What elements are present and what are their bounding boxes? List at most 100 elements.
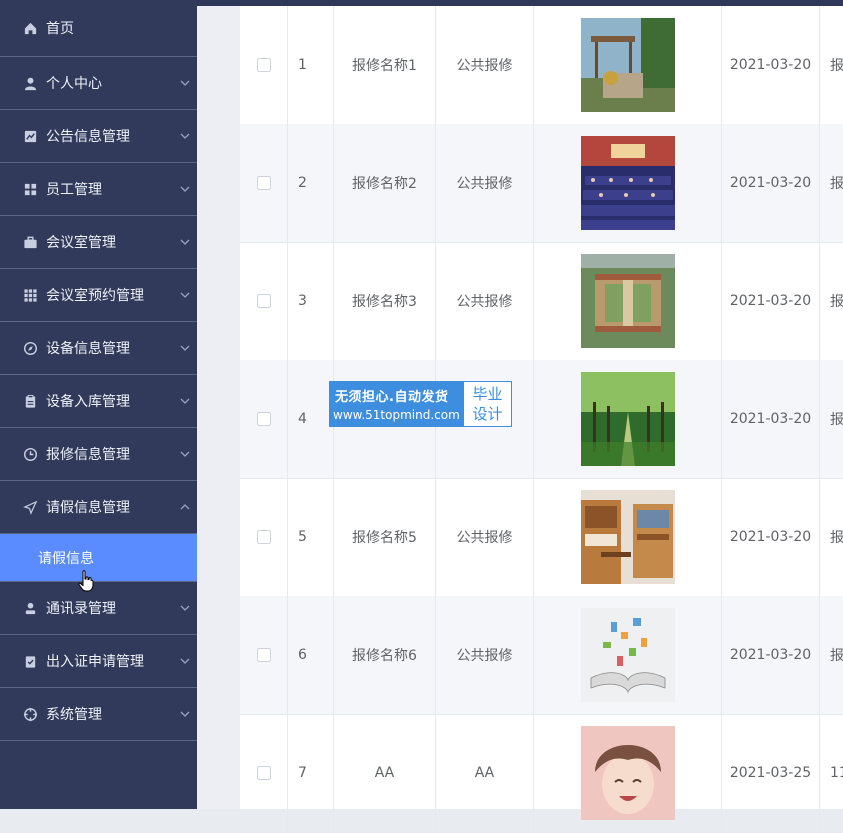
repair-date: 2021-03-20 xyxy=(722,360,820,478)
briefcase-icon xyxy=(22,234,38,250)
table-row: 2 报修名称2 公共报修 2021-03-20 报 xyxy=(240,124,843,243)
sidebar-subitem-leave-info[interactable]: 请假信息 xyxy=(0,534,197,582)
sidebar-item[interactable]: 通讯录管理 xyxy=(0,582,197,635)
table-row: 7AAAA2021-03-2511 xyxy=(240,714,843,833)
repair-thumbnail[interactable] xyxy=(580,136,675,230)
row-checkbox-cell xyxy=(240,6,288,124)
truncated-cell: 报 xyxy=(830,58,843,74)
sidebar-item[interactable]: 公告信息管理 xyxy=(0,110,197,163)
sidebar-item[interactable]: 出入证申请管理 xyxy=(0,635,197,688)
sidebar-item-label: 出入证申请管理 xyxy=(46,654,144,670)
send-icon xyxy=(22,499,38,515)
sidebar-item[interactable]: 会议室预约管理 xyxy=(0,269,197,322)
sidebar: 首页个人中心公告信息管理 员工管理会议室管理会议室预约管理 设备信息管理设备入库管理… xyxy=(0,0,197,809)
row-checkbox-cell xyxy=(240,242,288,360)
chevron-down-icon xyxy=(180,451,190,457)
repair-image-cell xyxy=(534,360,722,478)
sidebar-item-label: 通讯录管理 xyxy=(46,601,116,617)
sidebar-item[interactable]: 设备入库管理 xyxy=(0,375,197,428)
row-checkbox-cell xyxy=(240,124,288,242)
row-checkbox-cell xyxy=(240,360,288,478)
watermark-right-1: 毕业 xyxy=(472,385,503,403)
sidebar-item[interactable]: 系统管理 xyxy=(0,688,197,741)
chevron-down-icon xyxy=(180,80,190,86)
user-icon xyxy=(22,75,38,91)
repair-date: 2021-03-25 xyxy=(722,714,820,832)
repair-thumbnail[interactable] xyxy=(580,18,675,112)
sidebar-item-label: 设备信息管理 xyxy=(46,341,130,357)
repair-date: 2021-03-20 xyxy=(722,242,820,360)
chevron-down-icon xyxy=(180,605,190,611)
repair-thumbnail[interactable] xyxy=(580,254,675,348)
chart-icon xyxy=(22,128,38,144)
row-checkbox[interactable] xyxy=(256,176,271,190)
clock-icon xyxy=(22,446,38,462)
sidebar-item-label: 会议室管理 xyxy=(46,235,116,251)
repair-date: 2021-03-20 xyxy=(722,6,820,124)
repair-image-cell xyxy=(534,124,722,242)
sidebar-item[interactable]: 请假信息管理 xyxy=(0,481,197,534)
table-row: 3 报修名称3 公共报修 2021-03-20 报 xyxy=(240,242,843,361)
row-index: 7 xyxy=(288,714,334,832)
row-index: 4 xyxy=(288,360,334,478)
watermark-right-2: 设计 xyxy=(472,405,503,423)
row-checkbox[interactable] xyxy=(256,766,271,780)
apps-icon xyxy=(22,287,38,303)
sidebar-item[interactable]: 设备信息管理 xyxy=(0,322,197,375)
row-checkbox[interactable] xyxy=(256,530,271,544)
sidebar-item-label: 会议室预约管理 xyxy=(46,288,144,304)
chevron-down-icon xyxy=(180,292,190,298)
sidebar-item[interactable]: 首页 xyxy=(0,0,197,57)
repair-name: 报修名称1 xyxy=(334,6,436,124)
repair-type: 公共报修 xyxy=(436,242,534,360)
sidebar-item[interactable]: 报修信息管理 xyxy=(0,428,197,481)
row-checkbox-cell xyxy=(240,478,288,596)
repair-name: AA xyxy=(334,714,436,832)
sidebar-item[interactable]: 会议室管理 xyxy=(0,216,197,269)
chevron-down-icon xyxy=(180,345,190,351)
sidebar-item-label: 公告信息管理 xyxy=(46,129,130,145)
repair-name: 报修名称5 xyxy=(334,478,436,596)
crosshair-icon xyxy=(22,706,38,722)
repair-thumbnail[interactable] xyxy=(580,372,675,466)
checklist-icon xyxy=(22,653,38,669)
grid-icon xyxy=(22,181,38,197)
sidebar-item[interactable]: 员工管理 xyxy=(0,163,197,216)
truncated-cell: 报 xyxy=(830,412,843,428)
chevron-down-icon xyxy=(180,133,190,139)
repair-thumbnail[interactable] xyxy=(580,490,675,584)
sidebar-item-label: 个人中心 xyxy=(46,76,102,92)
repair-image-cell xyxy=(534,714,722,832)
row-index: 5 xyxy=(288,478,334,596)
sidebar-item[interactable]: 个人中心 xyxy=(0,57,197,110)
row-checkbox[interactable] xyxy=(256,412,271,426)
chevron-down-icon xyxy=(180,658,190,664)
hand-cursor-icon xyxy=(78,570,94,592)
watermark-right: 毕业 设计 xyxy=(463,381,512,427)
compass-icon xyxy=(22,340,38,356)
truncated-cell: 11 xyxy=(830,765,843,781)
watermark-left: 无须担心.自动发货 www.51topmind.com xyxy=(329,381,463,427)
watermark-line1: 无须担心.自动发货 xyxy=(335,390,449,405)
row-checkbox[interactable] xyxy=(256,294,271,308)
repair-thumbnail[interactable] xyxy=(580,726,675,820)
row-checkbox[interactable] xyxy=(256,648,271,662)
repair-type: 公共报修 xyxy=(436,478,534,596)
repair-image-cell xyxy=(534,596,722,714)
row-checkbox[interactable] xyxy=(256,58,271,72)
row-checkbox-cell xyxy=(240,714,288,832)
repair-type: 公共报修 xyxy=(436,6,534,124)
repair-name: 报修名称6 xyxy=(334,596,436,714)
row-index: 1 xyxy=(288,6,334,124)
repair-type: 公共报修 xyxy=(436,596,534,714)
person-icon xyxy=(22,600,38,616)
chevron-up-icon xyxy=(180,504,190,510)
sidebar-item-label: 员工管理 xyxy=(46,182,102,198)
repair-image-cell xyxy=(534,6,722,124)
watermark-banner: 无须担心.自动发货 www.51topmind.com 毕业 设计 xyxy=(329,381,512,427)
repair-thumbnail[interactable] xyxy=(580,608,675,702)
chevron-down-icon xyxy=(180,711,190,717)
sidebar-item-label: 请假信息管理 xyxy=(46,500,130,516)
truncated-cell: 报 xyxy=(830,294,843,310)
table-row: 5 报修名称5 公共报修 2021-03-20 报 xyxy=(240,478,843,597)
